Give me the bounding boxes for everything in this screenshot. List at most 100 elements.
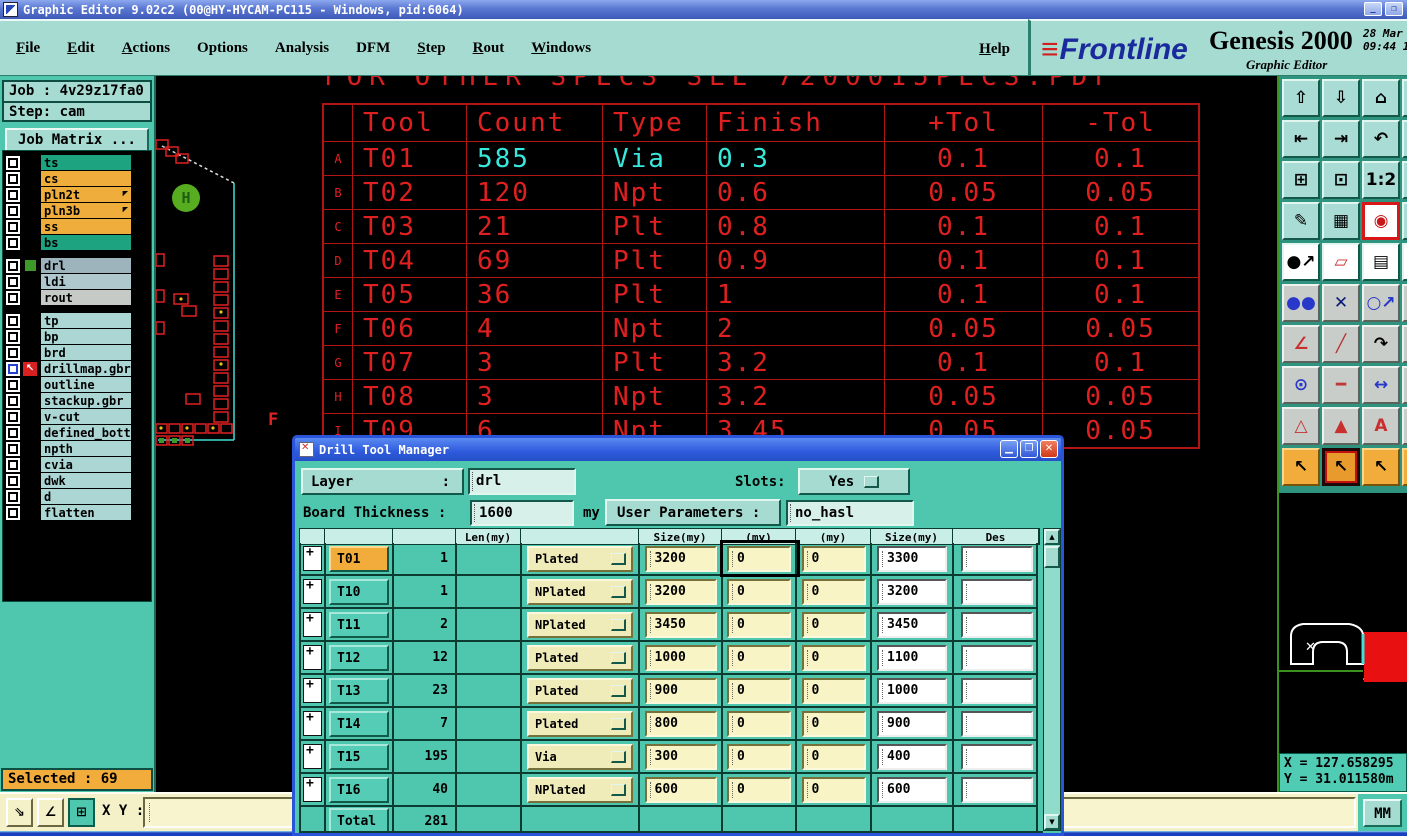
layer-label[interactable]: rout: [41, 290, 131, 305]
slots-dropdown[interactable]: Yes: [798, 468, 910, 495]
layer-row[interactable]: ↖ defined_bott: [3, 425, 151, 441]
designator-input[interactable]: [961, 644, 1033, 671]
maximize-button[interactable]: ❐: [1385, 2, 1403, 16]
transform-shape-button[interactable]: ▱: [1322, 243, 1360, 281]
layer-checkbox[interactable]: [6, 172, 20, 186]
layer-label[interactable]: pln2t: [41, 187, 131, 202]
pan-left-button[interactable]: ⇤: [1282, 120, 1320, 158]
layer-value-input[interactable]: drl: [468, 468, 576, 495]
board-thickness-input[interactable]: 1600: [470, 500, 574, 526]
layer-row[interactable]: ↖ pln2t: [3, 187, 151, 203]
quadrant-button[interactable]: ⊞: [68, 798, 95, 827]
dialog-close-button[interactable]: ✕: [1040, 440, 1058, 458]
tool-name-button[interactable]: T11: [329, 611, 389, 638]
layer-row[interactable]: ↖ cvia: [3, 457, 151, 473]
layer-label[interactable]: cs: [41, 171, 131, 186]
measure-ruler-button[interactable]: ▤: [1362, 243, 1400, 281]
layer-label[interactable]: dwk: [41, 473, 131, 488]
designator-input[interactable]: [961, 710, 1033, 737]
drill-size-input[interactable]: 3200: [644, 578, 717, 605]
toolbar-button-clipped[interactable]: [1402, 325, 1407, 363]
add-tool-icon[interactable]: [303, 677, 322, 703]
layer-row[interactable]: ↖ bs: [3, 235, 151, 251]
layer-row[interactable]: ↖ cs: [3, 171, 151, 187]
tool-type-dropdown[interactable]: NPlated: [527, 611, 633, 638]
layer-row[interactable]: ↖ outline: [3, 377, 151, 393]
layer-row[interactable]: ↖ v-cut: [3, 409, 151, 425]
text-tool-button[interactable]: A: [1362, 407, 1400, 445]
dialog-minimize-button[interactable]: ▁: [1000, 440, 1018, 458]
layer-row[interactable]: ↖ npth: [3, 441, 151, 457]
layer-row[interactable]: ↖ rout: [3, 290, 151, 306]
drill-size-input[interactable]: 300: [644, 743, 717, 770]
user-parameters-input[interactable]: no_hasl: [786, 500, 914, 526]
pan-right-button[interactable]: ⇥: [1322, 120, 1360, 158]
layer-checkbox[interactable]: [6, 220, 20, 234]
minus-tol-input[interactable]: 0: [801, 710, 866, 737]
tool-type-dropdown[interactable]: Plated: [527, 545, 633, 572]
toolbar-button-clipped[interactable]: [1402, 243, 1407, 281]
cursor-default-button[interactable]: ↖: [1282, 448, 1320, 486]
layer-checkbox[interactable]: [6, 204, 20, 218]
finish-size-input[interactable]: 3450: [877, 611, 947, 638]
drill-size-input[interactable]: 1000: [644, 644, 717, 671]
layer-checkbox[interactable]: [6, 490, 20, 504]
resize-tool-button[interactable]: ⇘: [6, 798, 33, 827]
drill-size-input[interactable]: 3200: [644, 545, 717, 572]
layer-label[interactable]: d: [41, 489, 131, 504]
tool-name-button[interactable]: T01: [329, 545, 389, 572]
drill-size-input[interactable]: 3450: [644, 611, 717, 638]
layer-row[interactable]: ↖ stackup.gbr: [3, 393, 151, 409]
layer-label[interactable]: ss: [41, 219, 131, 234]
plus-tol-input[interactable]: 0: [727, 578, 791, 605]
slope-tool-button[interactable]: ╱: [1322, 325, 1360, 363]
layer-checkbox[interactable]: [6, 330, 20, 344]
layer-label[interactable]: ts: [41, 155, 131, 170]
cursor-region-button[interactable]: ↖: [1362, 448, 1400, 486]
layer-label[interactable]: stackup.gbr: [41, 393, 131, 408]
user-parameters-button[interactable]: User Parameters :: [605, 499, 781, 526]
plus-tol-input[interactable]: 0: [727, 677, 791, 704]
finish-size-input[interactable]: 3200: [877, 578, 947, 605]
drill-size-input[interactable]: 900: [644, 677, 717, 704]
layer-row[interactable]: ↖ ldi: [3, 274, 151, 290]
undo-view-button[interactable]: ↶: [1362, 120, 1400, 158]
toolbar-button-clipped[interactable]: [1402, 284, 1407, 322]
layer-checkbox[interactable]: [6, 346, 20, 360]
cursor-active-button[interactable]: ↖: [1322, 448, 1360, 486]
scroll-down-icon[interactable]: ▼: [1044, 814, 1060, 830]
layer-checkbox[interactable]: [6, 378, 20, 392]
tool-name-button[interactable]: T12: [329, 644, 389, 671]
layer-checkbox[interactable]: [6, 291, 20, 305]
pad-symbol-button[interactable]: ⊙: [1282, 366, 1320, 404]
tool-type-dropdown[interactable]: Plated: [527, 710, 633, 737]
zoom-ratio-button[interactable]: 1:2: [1362, 161, 1400, 199]
minus-tol-input[interactable]: 0: [801, 578, 866, 605]
thermal-tool-button[interactable]: ▲: [1322, 407, 1360, 445]
paste-up-button[interactable]: ⇧: [1282, 79, 1320, 117]
tool-name-button[interactable]: T14: [329, 710, 389, 737]
menu-item[interactable]: Edit: [67, 40, 95, 57]
menu-item[interactable]: DFM: [356, 40, 390, 57]
move-point-button[interactable]: ○↗: [1362, 284, 1400, 322]
designator-input[interactable]: [961, 776, 1033, 803]
layer-checkbox[interactable]: [6, 394, 20, 408]
toolbar-button-clipped[interactable]: [1402, 161, 1407, 199]
layer-checkbox[interactable]: [6, 506, 20, 520]
layer-checkbox[interactable]: [6, 362, 20, 376]
units-button[interactable]: MM: [1363, 799, 1402, 827]
toolbar-button-clipped[interactable]: [1402, 366, 1407, 404]
toolbar-button-clipped[interactable]: [1402, 79, 1407, 117]
add-tool-icon[interactable]: [303, 743, 322, 769]
tool-type-dropdown[interactable]: Via: [527, 743, 633, 770]
grid-button[interactable]: ▦: [1322, 202, 1360, 240]
tool-type-dropdown[interactable]: NPlated: [527, 578, 633, 605]
width-measure-button[interactable]: ↔: [1362, 366, 1400, 404]
connect-nodes-button[interactable]: ●●: [1282, 284, 1320, 322]
plus-tol-input[interactable]: 0: [727, 611, 791, 638]
layer-checkbox[interactable]: [6, 275, 20, 289]
layer-row[interactable]: ↖ d: [3, 489, 151, 505]
minus-tol-input[interactable]: 0: [801, 776, 866, 803]
layer-checkbox[interactable]: [6, 314, 20, 328]
plus-tol-input[interactable]: 0: [727, 545, 791, 572]
